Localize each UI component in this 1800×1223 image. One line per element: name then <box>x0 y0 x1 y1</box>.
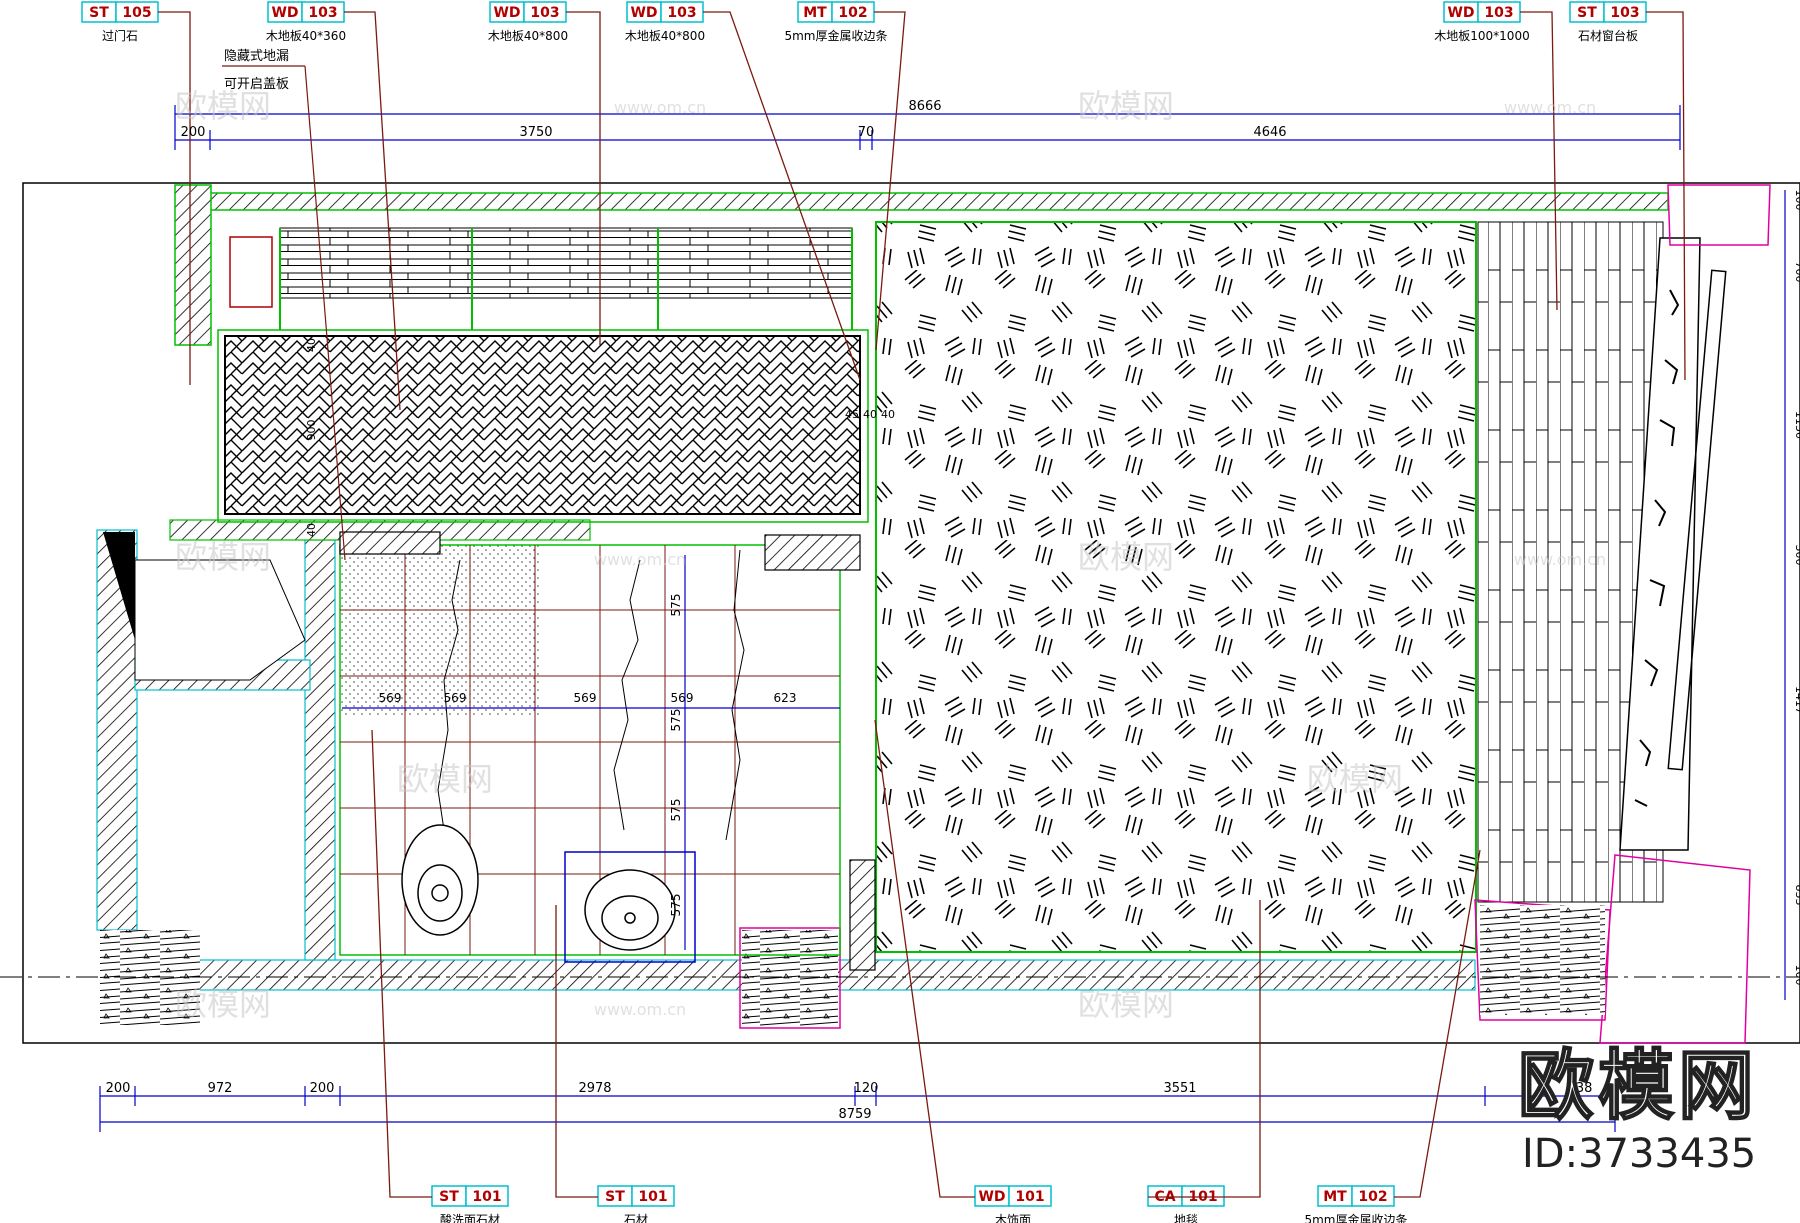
annotation-layer <box>0 0 1800 1223</box>
brand-block: 欧模网 ID:3733435 <box>1517 1041 1758 1178</box>
brand-logo: 欧模网 <box>1517 1041 1758 1130</box>
brand-id: ID:3733435 <box>1522 1131 1757 1177</box>
